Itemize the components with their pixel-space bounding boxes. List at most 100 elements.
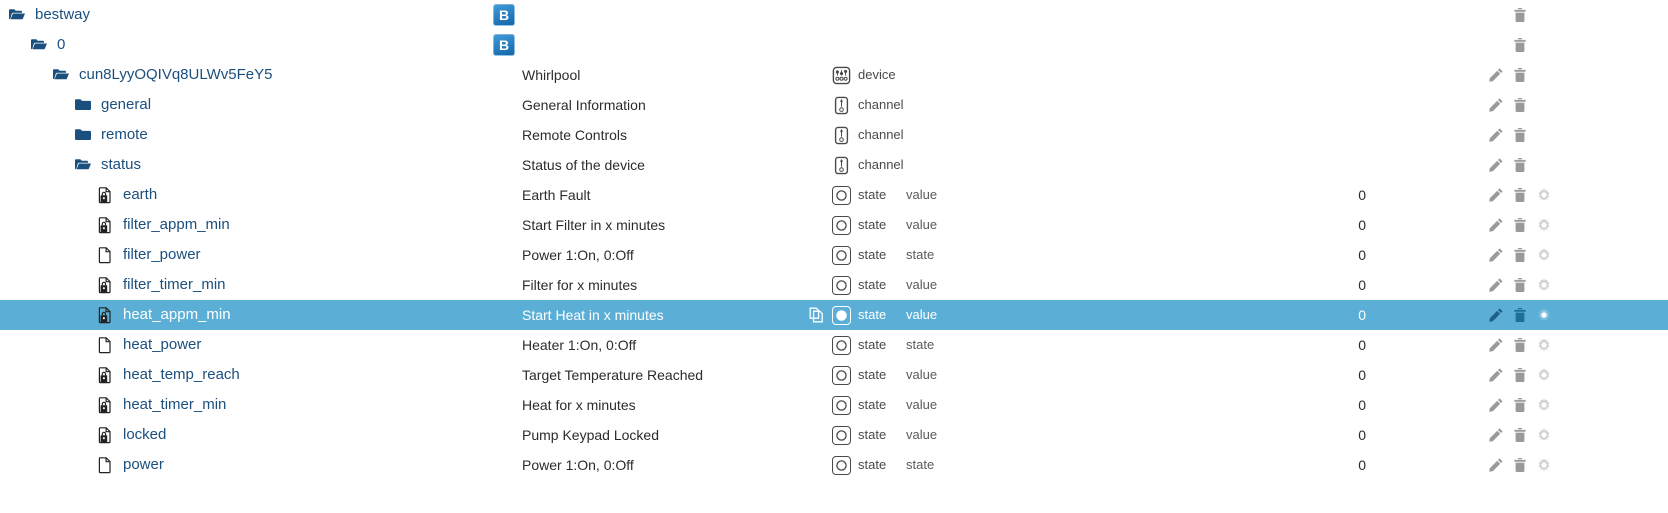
gear-icon[interactable] [1536,307,1552,323]
state-value[interactable]: 0 [1300,360,1366,390]
edit-icon[interactable] [1488,367,1504,383]
tree-item-name[interactable]: heat_timer_min [96,390,226,420]
state-value[interactable]: 0 [1300,420,1366,450]
tree-item-name[interactable]: filter_timer_min [96,270,226,300]
row-actions[interactable] [1488,330,1560,360]
state-value[interactable]: 0 [1300,450,1366,480]
state-value[interactable]: 0 [1300,300,1366,330]
gear-icon[interactable] [1536,277,1552,293]
delete-icon[interactable] [1512,307,1528,323]
edit-icon[interactable] [1488,337,1504,353]
row-actions[interactable] [1488,30,1560,60]
tree-row[interactable]: remote Remote Controls channel [0,120,1668,150]
delete-icon[interactable] [1512,337,1528,353]
tree-row[interactable]: general General Information channel [0,90,1668,120]
delete-icon[interactable] [1512,7,1528,23]
tree-row[interactable]: heat_timer_min Heat for x minutes state val… [0,390,1668,420]
edit-icon[interactable] [1488,97,1504,113]
row-actions[interactable] [1488,360,1560,390]
tree-item-name[interactable]: power [96,450,164,480]
tree-row[interactable]: filter_timer_min Filter for x minutes stat… [0,270,1668,300]
tree-item-name[interactable]: filter_appm_min [96,210,230,240]
row-actions[interactable] [1488,450,1560,480]
gear-icon[interactable] [1536,217,1552,233]
gear-icon[interactable] [1536,337,1552,353]
edit-icon[interactable] [1488,187,1504,203]
delete-icon[interactable] [1512,97,1528,113]
tree-item-name[interactable]: cun8LyyOQIVq8ULWv5FeY5 [52,60,272,90]
gear-icon[interactable] [1536,247,1552,263]
gear-icon[interactable] [1536,457,1552,473]
edit-icon[interactable] [1488,307,1504,323]
tree-item-name[interactable]: heat_temp_reach [96,360,240,390]
tree-row[interactable]: heat_power Heater 1:On, 0:Off state state 0 [0,330,1668,360]
row-actions[interactable] [1488,0,1560,30]
row-actions[interactable] [1488,270,1560,300]
row-actions[interactable] [1488,90,1560,120]
edit-icon[interactable] [1488,277,1504,293]
state-value[interactable]: 0 [1300,330,1366,360]
tree-item-name[interactable]: bestway [8,0,90,30]
delete-icon[interactable] [1512,367,1528,383]
delete-icon[interactable] [1512,247,1528,263]
gear-icon[interactable] [1536,397,1552,413]
row-actions[interactable] [1488,120,1560,150]
state-value[interactable]: 0 [1300,240,1366,270]
tree-row[interactable]: bestway B [0,0,1668,30]
edit-icon[interactable] [1488,217,1504,233]
gear-icon[interactable] [1536,427,1552,443]
edit-icon[interactable] [1488,397,1504,413]
edit-icon[interactable] [1488,157,1504,173]
tree-item-name[interactable]: heat_power [96,330,201,360]
tree-row[interactable]: filter_power Power 1:On, 0:Off state state 0 [0,240,1668,270]
tree-item-name[interactable]: heat_appm_min [96,300,231,330]
tree-row[interactable]: filter_appm_min Start Filter in x minutes… [0,210,1668,240]
row-actions[interactable] [1488,180,1560,210]
row-actions[interactable] [1488,300,1560,330]
tree-item-name[interactable]: 0 [30,30,65,60]
state-value[interactable]: 0 [1300,180,1366,210]
tree-row[interactable]: locked Pump Keypad Locked state value 0 [0,420,1668,450]
object-tree[interactable]: bestway B 0 Bcun8LyyOQIVq8ULWv5FeY5 Whirlpoo… [0,0,1668,513]
delete-icon[interactable] [1512,427,1528,443]
delete-icon[interactable] [1512,127,1528,143]
tree-row[interactable]: heat_temp_reach Target Temperature Reache… [0,360,1668,390]
edit-icon[interactable] [1488,457,1504,473]
tree-item-name[interactable]: status [74,150,141,180]
copy-icon[interactable] [808,300,826,330]
state-value[interactable]: 0 [1300,210,1366,240]
row-actions[interactable] [1488,390,1560,420]
edit-icon[interactable] [1488,67,1504,83]
row-actions[interactable] [1488,240,1560,270]
delete-icon[interactable] [1512,217,1528,233]
row-actions[interactable] [1488,210,1560,240]
tree-item-name[interactable]: filter_power [96,240,201,270]
delete-icon[interactable] [1512,157,1528,173]
delete-icon[interactable] [1512,187,1528,203]
delete-icon[interactable] [1512,37,1528,53]
row-actions[interactable] [1488,420,1560,450]
tree-item-name[interactable]: general [74,90,151,120]
row-actions[interactable] [1488,60,1560,90]
tree-row[interactable]: earth Earth Fault state value 0 [0,180,1668,210]
state-value[interactable]: 0 [1300,390,1366,420]
tree-item-name[interactable]: locked [96,420,166,450]
delete-icon[interactable] [1512,397,1528,413]
tree-item-name[interactable]: earth [96,180,157,210]
tree-item-name[interactable]: remote [74,120,148,150]
state-value[interactable]: 0 [1300,270,1366,300]
edit-icon[interactable] [1488,127,1504,143]
delete-icon[interactable] [1512,67,1528,83]
delete-icon[interactable] [1512,457,1528,473]
gear-icon[interactable] [1536,367,1552,383]
tree-row[interactable]: status Status of the device channel [0,150,1668,180]
tree-row[interactable]: cun8LyyOQIVq8ULWv5FeY5 Whirlpool device [0,60,1668,90]
tree-row[interactable]: 0B [0,30,1668,60]
tree-row[interactable]: power Power 1:On, 0:Off state state 0 [0,450,1668,480]
gear-icon[interactable] [1536,187,1552,203]
delete-icon[interactable] [1512,277,1528,293]
tree-row[interactable]: heat_appm_min Start Heat in x minutes stat… [0,300,1668,330]
edit-icon[interactable] [1488,247,1504,263]
row-actions[interactable] [1488,150,1560,180]
edit-icon[interactable] [1488,427,1504,443]
